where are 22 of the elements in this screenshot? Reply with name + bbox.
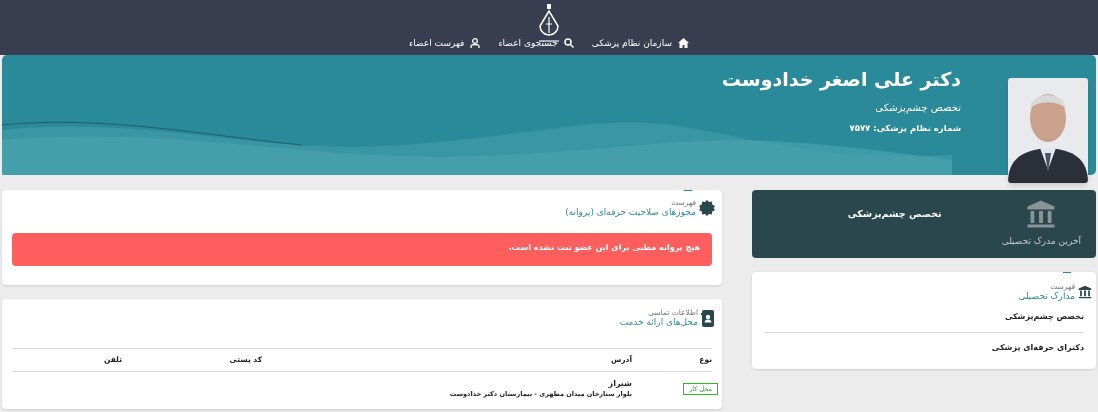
section-title: مدارک تحصیلی [1018, 291, 1075, 302]
degree-item: دکترای حرفه‌ای پزشکی [990, 342, 1084, 354]
bank-icon [1026, 199, 1057, 230]
badge-icon [699, 200, 715, 216]
specialty-text: تخصص چشم‌پزشکی [875, 101, 961, 115]
contact-book-icon [701, 309, 715, 327]
nav-link[interactable]: سازمان نظام پزشکی [591, 37, 689, 49]
address-city: شیراز [607, 377, 632, 390]
degree-item: تخصص چشم‌پزشکی [764, 302, 1084, 333]
search-icon [563, 38, 574, 48]
bank-icon [1078, 285, 1092, 299]
nav-link[interactable]: جستجوی اعضاء [498, 37, 574, 49]
section-title: محل‌های ارائه خدمت [619, 317, 698, 328]
license-number: شماره نظام پزشکی: ۷۵۷۷ [849, 122, 961, 135]
section-title: مجوزهای صلاحیت حرفه‌ای (پروانه) [565, 207, 696, 218]
home-icon [677, 38, 689, 48]
nav-link[interactable]: فهرست اعضاء [409, 37, 481, 49]
user-icon [470, 38, 481, 48]
doctor-name: دکتر علی اصغر خدادوست [721, 67, 961, 91]
card-caption: آخرین مدرک تحصیلی [1001, 235, 1081, 249]
alert-message: هیچ پروانه مطبی برای این عضو ثبت نشده است. [12, 233, 712, 266]
degree-value: تخصص چشم‌پزشکی [847, 206, 942, 222]
